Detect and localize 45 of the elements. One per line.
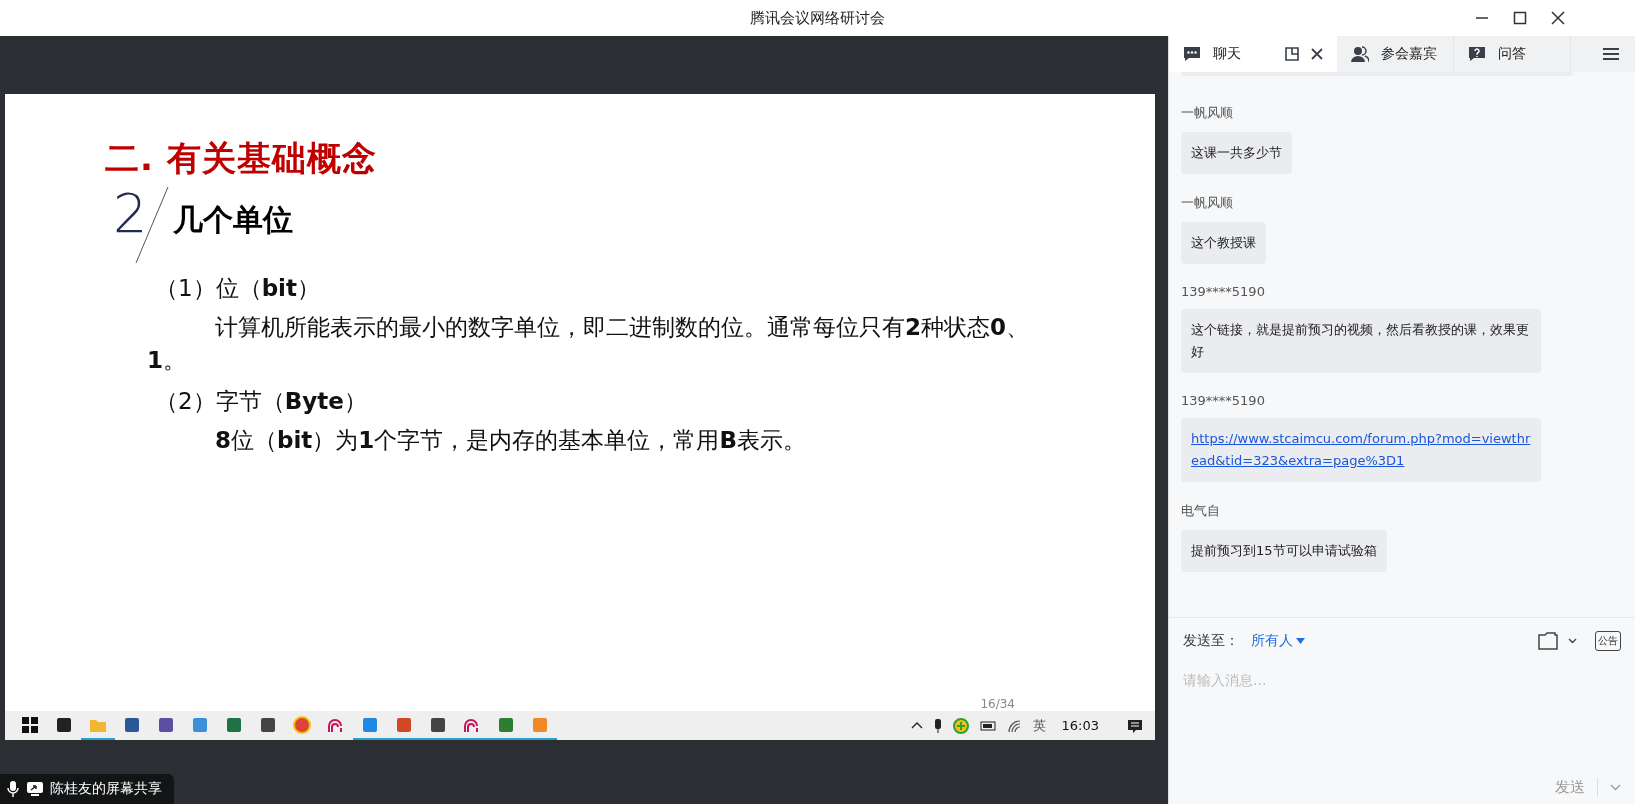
- microphone-icon[interactable]: [932, 717, 943, 734]
- pop-out-icon[interactable]: [1285, 47, 1299, 61]
- sender-name: 139****5190: [1181, 284, 1265, 299]
- notice-button[interactable]: 公告: [1595, 631, 1621, 651]
- menu-icon[interactable]: [1603, 47, 1619, 61]
- people-icon: [1351, 46, 1369, 62]
- close-icon[interactable]: [1311, 48, 1323, 60]
- sender-name: 一帆风顺: [1181, 194, 1233, 212]
- slide-subheading: 几个单位: [173, 201, 294, 239]
- message-text: 这课一共多少节: [1191, 145, 1282, 160]
- screen-share-icon: [26, 781, 44, 797]
- sender-name: 一帆风顺: [1181, 104, 1233, 122]
- sender-name: 139****5190: [1181, 393, 1265, 408]
- chevron-down-icon[interactable]: [1568, 638, 1577, 644]
- microphone-icon[interactable]: [6, 780, 20, 798]
- notification-icon[interactable]: [1127, 717, 1143, 734]
- panel-tab[interactable]: 聊天: [1169, 36, 1337, 72]
- message-link[interactable]: https://www.stcaimcu.com/forum.php?mod=viewthread&tid=323&extra=page%3D1: [1191, 428, 1531, 472]
- input-method-indicator[interactable]: 英: [1032, 716, 1046, 735]
- close-icon[interactable]: [1551, 11, 1565, 25]
- section-number: 2: [113, 184, 148, 244]
- presenter-label: 陈桂友的屏幕共享: [50, 780, 162, 798]
- maximize-icon[interactable]: [1513, 11, 1527, 25]
- page-number: 16/34: [980, 697, 1015, 711]
- slide-paragraph: 计算机所能表示的最小的数字单位，即二进制数的位。通常每位只有2种状态0、1。: [147, 313, 1031, 375]
- slide-paragraph: （2）字节（Byte）: [155, 387, 368, 416]
- message-text: 这个链接，就是提前预习的视频，然后看教授的课，效果更好: [1191, 322, 1529, 359]
- question-icon: [1468, 46, 1486, 62]
- wifi-icon[interactable]: [1006, 718, 1023, 733]
- window-title: 腾讯会议网络研讨会: [750, 8, 885, 28]
- folder-icon[interactable]: [1538, 632, 1560, 650]
- slide-paragraph: （1）位（bit）: [155, 274, 321, 303]
- slide-paragraph: 8位（bit）为1个字节，是内存的基本单位，常用B表示。: [214, 426, 807, 455]
- clock[interactable]: 16:03: [1061, 718, 1099, 733]
- sender-name: 电气自: [1181, 502, 1220, 520]
- plus-circle-icon[interactable]: [952, 717, 969, 734]
- slide-heading: 二. 有关基础概念: [105, 137, 378, 180]
- chat-icon: [1183, 46, 1201, 62]
- battery-icon[interactable]: [978, 719, 997, 732]
- message-input[interactable]: 请输入消息...: [1183, 664, 1635, 770]
- message-text: 这个教授课: [1191, 235, 1256, 250]
- caret-icon[interactable]: [1296, 638, 1305, 644]
- message-text: 提前预习到15节可以申请试验箱: [1191, 543, 1377, 558]
- send-to-label: 发送至：: [1183, 632, 1239, 650]
- recipient-dropdown[interactable]: 所有人: [1251, 632, 1305, 650]
